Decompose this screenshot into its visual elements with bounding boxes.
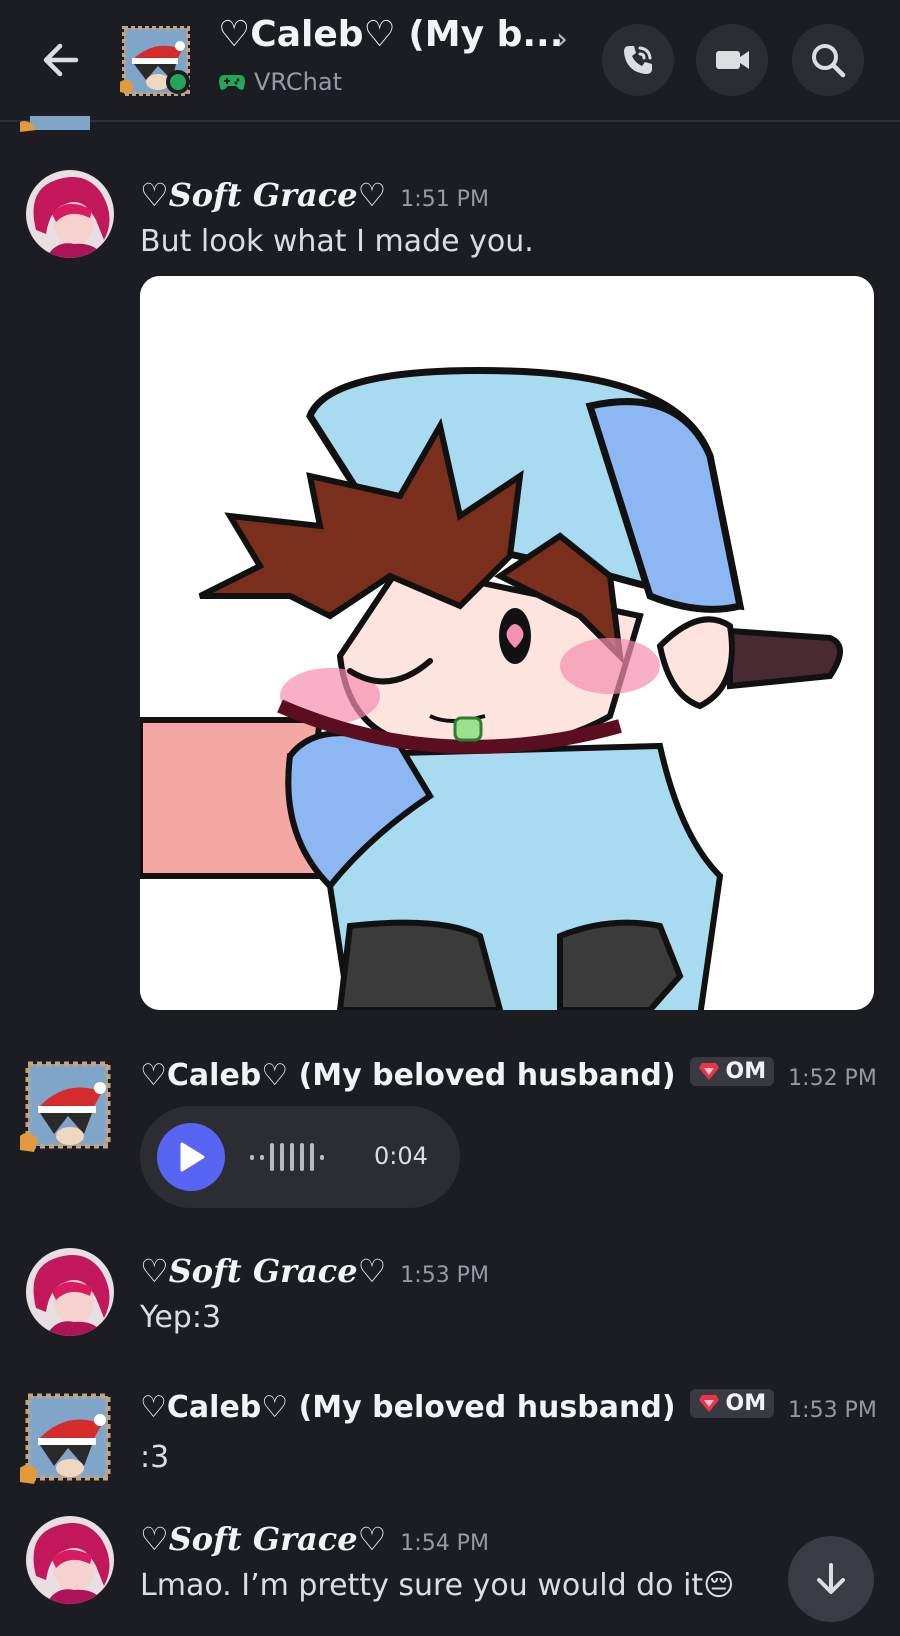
play-button[interactable] <box>157 1123 225 1191</box>
jump-to-present-button[interactable] <box>788 1536 874 1622</box>
avatar[interactable] <box>20 1392 112 1486</box>
waveform[interactable] <box>250 1140 324 1174</box>
message-header: ♡Caleb♡ (My beloved husband) OM 1:52 PM <box>140 1056 877 1093</box>
voice-duration: 0:04 <box>374 1142 428 1170</box>
server-tag[interactable]: OM <box>689 1056 775 1086</box>
message-header: ♡Caleb♡ (My beloved husband) OM 1:53 PM <box>140 1388 877 1425</box>
activity-status: VRChat <box>218 68 342 96</box>
message-header: ♡𝑺𝒐𝒇𝒕 𝑮𝒓𝒂𝒄𝒆♡ 1:51 PM <box>140 176 489 214</box>
channel-title[interactable]: ♡Caleb♡ (My b... <box>218 14 563 55</box>
back-button[interactable] <box>36 34 88 86</box>
gem-icon <box>698 1063 719 1080</box>
author-name[interactable]: ♡𝑺𝒐𝒇𝒕 𝑮𝒓𝒂𝒄𝒆♡ <box>140 176 386 214</box>
voice-message: 0:04 <box>140 1106 460 1208</box>
voice-call-button[interactable] <box>602 24 674 96</box>
play-icon <box>180 1142 205 1172</box>
message-header: ♡𝑺𝒐𝒇𝒕 𝑮𝒓𝒂𝒄𝒆♡ 1:54 PM <box>140 1520 489 1558</box>
author-name[interactable]: ♡Caleb♡ (My beloved husband) <box>140 1390 676 1425</box>
previous-message-avatar <box>20 116 100 136</box>
arrow-down-icon <box>817 1563 845 1594</box>
server-tag[interactable]: OM <box>689 1388 775 1418</box>
chevron-right-icon[interactable]: › <box>556 22 568 57</box>
timestamp: 1:53 PM <box>788 1398 877 1423</box>
arrow-left-icon <box>43 43 79 77</box>
author-name[interactable]: ♡𝑺𝒐𝒇𝒕 𝑮𝒓𝒂𝒄𝒆♡ <box>140 1520 386 1558</box>
message-text: Yep:3 <box>140 1300 222 1335</box>
gem-icon <box>698 1395 719 1412</box>
phone-call-icon <box>624 46 652 74</box>
message-text: :3 <box>140 1440 170 1475</box>
timestamp: 1:53 PM <box>400 1263 489 1288</box>
timestamp: 1:52 PM <box>788 1066 877 1091</box>
video-camera-icon <box>716 51 749 69</box>
author-name[interactable]: ♡𝑺𝒐𝒇𝒕 𝑮𝒓𝒂𝒄𝒆♡ <box>140 1252 386 1290</box>
message-text: But look what I made you. <box>140 224 534 259</box>
author-name[interactable]: ♡Caleb♡ (My beloved husband) <box>140 1058 676 1093</box>
timestamp: 1:51 PM <box>400 187 489 212</box>
search-button[interactable] <box>792 24 864 96</box>
gamepad-icon <box>219 75 245 90</box>
image-attachment[interactable] <box>140 276 874 1010</box>
search-icon <box>812 44 846 78</box>
tag-label: OM <box>725 1390 767 1416</box>
chat-header: ♡Caleb♡ (My b... › VRChat <box>0 0 900 122</box>
avatar[interactable] <box>26 1516 114 1604</box>
message-header: ♡𝑺𝒐𝒇𝒕 𝑮𝒓𝒂𝒄𝒆♡ 1:53 PM <box>140 1252 489 1290</box>
online-status-dot <box>166 70 190 94</box>
tag-label: OM <box>725 1058 767 1084</box>
timestamp: 1:54 PM <box>400 1531 489 1556</box>
drawing-image <box>140 276 874 1010</box>
avatar[interactable] <box>26 170 114 258</box>
video-call-button[interactable] <box>696 24 768 96</box>
avatar[interactable] <box>26 1248 114 1336</box>
avatar[interactable] <box>20 1060 112 1154</box>
activity-name: VRChat <box>254 68 342 96</box>
message-text: Lmao. I’m pretty sure you would do it😔 <box>140 1568 735 1603</box>
